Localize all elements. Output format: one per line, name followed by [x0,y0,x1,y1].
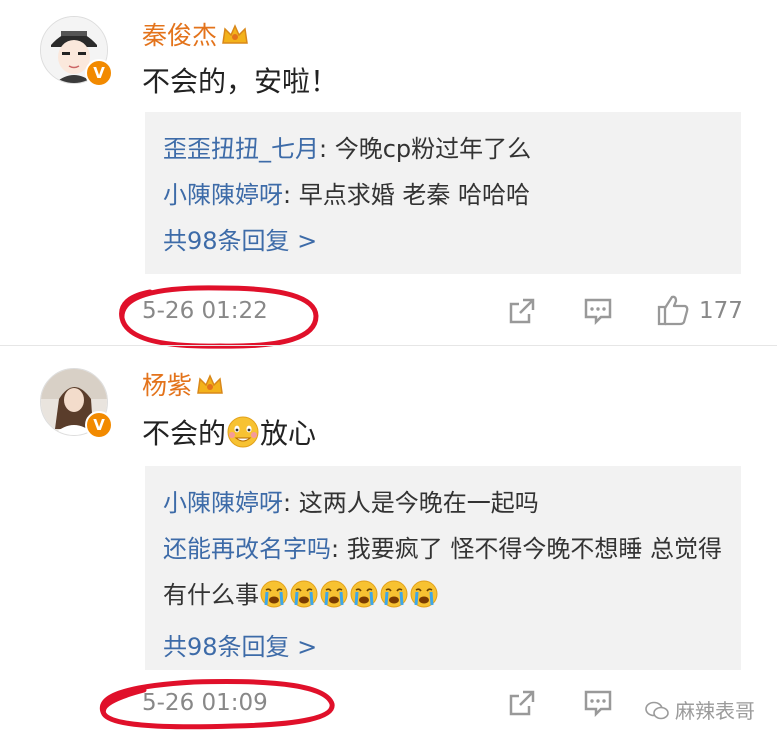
reply-box[interactable]: 小陳陳婷呀: 这两人是今晚在一起吗 还能再改名字吗: 我要疯了 怪不得今晚不想睡… [145,466,741,670]
like-count: 177 [699,298,743,324]
timestamp: 5-26 01:22 [142,298,268,324]
reply-username[interactable]: 小陳陳婷呀 [163,489,283,517]
avatar[interactable]: V [40,368,113,439]
wechat-icon [644,701,669,720]
crown-icon [221,23,249,53]
crying-emoji [319,578,349,624]
crying-emoji [349,578,379,624]
comment-icon[interactable] [583,296,613,326]
comment-text-start: 不会的 [142,417,227,450]
more-replies-link[interactable]: 共98条回复 > [163,218,741,264]
comment-text: 不会的 放心 [142,412,316,456]
reply-item[interactable]: 小陳陳婷呀: 早点求婚 老秦 哈哈哈 [163,172,741,218]
reply-item[interactable]: 还能再改名字吗: 我要疯了 怪不得今晚不想睡 总觉得有什么事 [163,526,723,624]
reply-username[interactable]: 歪歪扭扭_七月 [163,135,319,163]
timestamp: 5-26 01:09 [142,690,268,716]
avatar[interactable]: V [40,16,113,87]
watermark-text: 麻辣表哥 [675,699,755,723]
crying-emoji [379,578,409,624]
crying-emoji [289,578,319,624]
verified-badge: V [85,59,113,87]
comment-icon[interactable] [583,688,613,718]
reply-item[interactable]: 小陳陳婷呀: 这两人是今晚在一起吗 [163,480,741,526]
share-icon[interactable] [507,296,537,326]
share-icon[interactable] [507,688,537,718]
username-text: 杨紫 [142,371,193,400]
crown-icon [196,373,224,403]
nervous-emoji [226,415,260,456]
crying-emoji-row [259,580,439,609]
reply-box[interactable]: 歪歪扭扭_七月: 今晚cp粉过年了么 小陳陳婷呀: 早点求婚 老秦 哈哈哈 共9… [145,112,741,274]
reply-text: : 今晚cp粉过年了么 [319,135,532,163]
watermark: 麻辣表哥 [644,695,755,724]
username-text: 秦俊杰 [142,21,218,50]
divider [0,345,777,346]
verified-badge: V [85,411,113,439]
comment-text-end: 放心 [260,417,317,450]
username[interactable]: 秦俊杰 [142,16,249,53]
reply-text: : 这两人是今晚在一起吗 [283,489,539,517]
crying-emoji [409,578,439,624]
crying-emoji [259,578,289,624]
reply-username[interactable]: 还能再改名字吗 [163,535,331,563]
reply-text: : 早点求婚 老秦 哈哈哈 [283,181,530,209]
username[interactable]: 杨紫 [142,366,224,403]
comment-meta: 5-26 01:22 177 [0,285,777,349]
reply-item[interactable]: 歪歪扭扭_七月: 今晚cp粉过年了么 [163,126,741,172]
comment-text: 不会的，安啦！ [142,65,339,98]
reply-username[interactable]: 小陳陳婷呀 [163,181,283,209]
like-icon[interactable] [656,294,690,326]
